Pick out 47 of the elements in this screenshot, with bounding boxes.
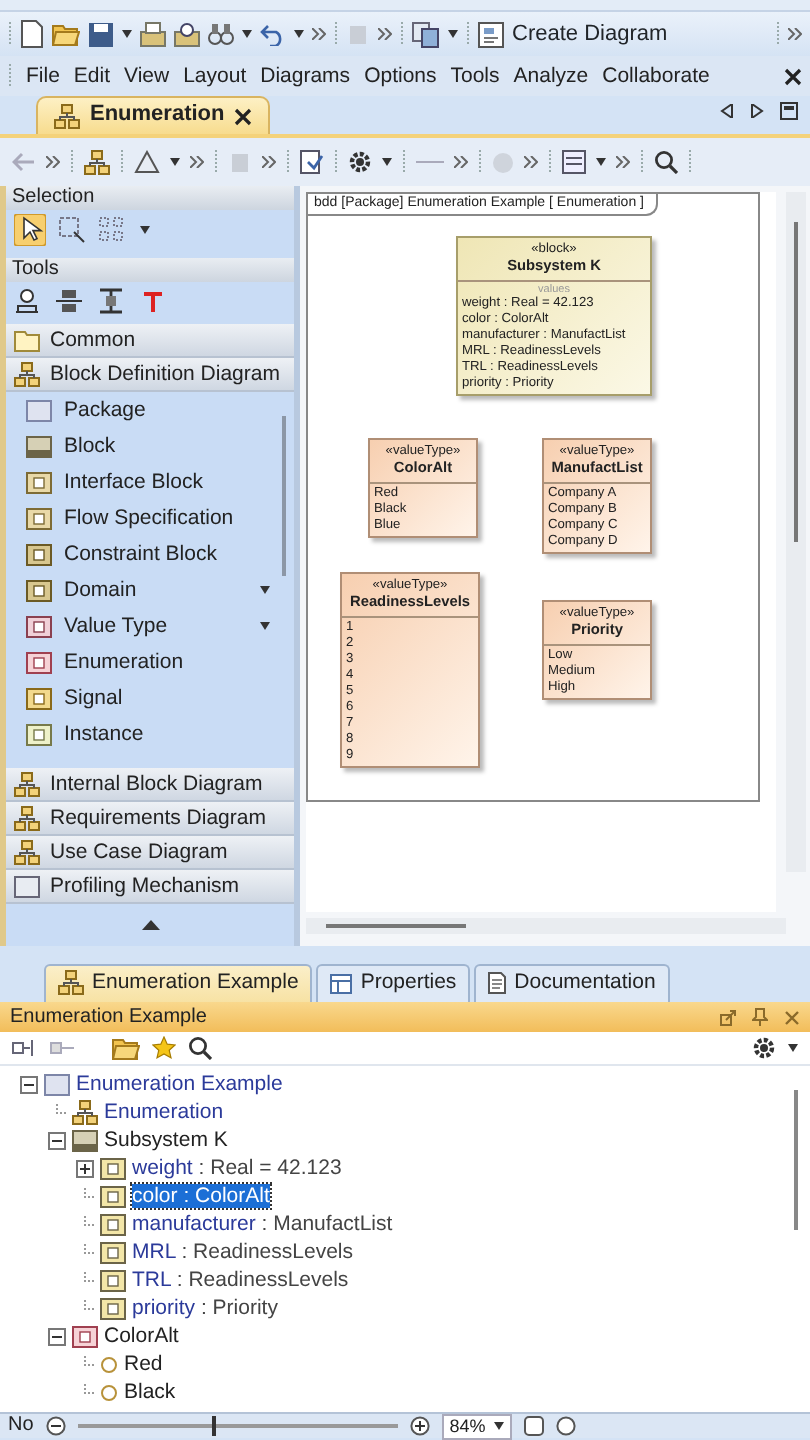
palette-item[interactable]: Enumeration <box>6 644 270 680</box>
menu-item[interactable]: Edit <box>73 63 111 89</box>
menu-item[interactable]: Collaborate <box>602 63 710 89</box>
palette-item[interactable]: Instance <box>6 716 270 752</box>
panel-tab[interactable]: Properties <box>316 963 471 1001</box>
palette-item[interactable]: Value Type <box>6 608 270 644</box>
tree-item[interactable]: ColorAlt <box>104 1323 179 1349</box>
palette-group-header[interactable]: Profiling Mechanism <box>6 870 294 904</box>
menu-item[interactable]: Options <box>364 63 437 89</box>
panel-tab[interactable]: Enumeration Example <box>44 963 313 1001</box>
tree-item[interactable]: Enumeration <box>104 1099 224 1125</box>
menu-item[interactable]: Analyze <box>513 63 589 89</box>
palette-group-header[interactable]: Requirements Diagram <box>6 802 294 836</box>
palette-group-header[interactable]: Block Definition Diagram <box>6 358 294 392</box>
tree-item[interactable]: manufacturer : ManufactList <box>132 1211 393 1237</box>
menu-item[interactable]: Diagrams <box>260 63 351 89</box>
menu-item[interactable]: View <box>124 63 170 89</box>
tree-item[interactable]: Enumeration Example <box>76 1071 283 1097</box>
menu-item[interactable]: Layout <box>183 63 247 89</box>
palette-item[interactable]: Block <box>6 428 270 464</box>
tree-item[interactable]: TRL : ReadinessLevels <box>132 1267 349 1293</box>
palette-item[interactable]: Interface Block <box>6 464 270 500</box>
tree-item[interactable]: priority : Priority <box>132 1295 278 1321</box>
tree-item[interactable]: Red <box>124 1351 163 1377</box>
create-diagram-button[interactable]: Create Diagram <box>478 17 668 51</box>
palette-group-header[interactable]: Common <box>6 324 294 358</box>
tree-item[interactable]: weight : Real = 42.123 <box>132 1155 342 1181</box>
palette-item[interactable]: Constraint Block <box>6 536 270 572</box>
tree-item[interactable]: Black <box>124 1379 176 1405</box>
tree-item[interactable]: MRL : ReadinessLevels <box>132 1239 354 1265</box>
zoom-field[interactable]: 84% <box>441 1413 512 1439</box>
palette-group-header[interactable]: Use Case Diagram <box>6 836 294 870</box>
palette-item[interactable]: Flow Specification <box>6 500 270 536</box>
panel-tab[interactable]: Documentation <box>474 963 670 1001</box>
section-header: Tools <box>6 258 294 282</box>
palette-item[interactable]: Package <box>6 392 270 428</box>
palette-item[interactable]: Domain <box>6 572 270 608</box>
editor-tab[interactable]: Enumeration <box>36 96 271 134</box>
panel-title: Enumeration Example <box>10 1005 207 1029</box>
section-header: Selection <box>6 186 294 210</box>
palette-item[interactable]: Signal <box>6 680 270 716</box>
tree-item[interactable]: Subsystem K <box>104 1127 228 1153</box>
menu-item[interactable]: Tools <box>450 63 500 89</box>
palette-group-header[interactable]: Internal Block Diagram <box>6 768 294 802</box>
status-text: No <box>8 1414 34 1438</box>
menu-item[interactable]: File <box>26 63 60 89</box>
tree-item[interactable]: color : ColorAlt <box>132 1183 270 1209</box>
